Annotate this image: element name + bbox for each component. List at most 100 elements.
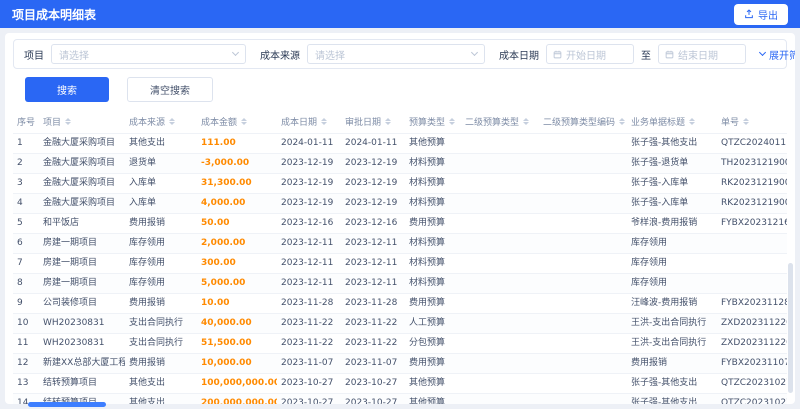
calendar-icon	[665, 50, 674, 59]
sort-icon[interactable]	[619, 118, 626, 125]
cell-no: 10	[13, 313, 39, 334]
cell-no: 9	[13, 293, 39, 314]
cell-budget_subtype_code	[539, 393, 627, 404]
cell-project: 公司装修项目	[39, 293, 125, 314]
cell-amount: 51,500.00	[197, 333, 277, 354]
table-row: 8 房建一期项目 库存领用 5,000.00 2023-12-11 2023-12-11 材…	[13, 273, 787, 294]
sort-icon[interactable]	[689, 118, 696, 125]
table-row: 5 和平饭店 费用报销 50.00 2023-12-16 2023-12-16 费用预算 爷样…	[13, 213, 787, 234]
cell-budget_subtype	[461, 153, 539, 174]
start-date-placeholder: 开始日期	[566, 50, 606, 62]
horizontal-scrollbar-thumb[interactable]	[28, 402, 106, 407]
cell-source: 费用报销	[125, 293, 197, 314]
end-date-input[interactable]: 结束日期	[658, 44, 746, 64]
table-row: 9 公司装修项目 费用报销 10.00 2023-11-28 2023-11-28 费用预算…	[13, 293, 787, 314]
column-header-budget_subtype_code[interactable]: 二级预算类型编码	[539, 110, 627, 134]
cell-approval_date: 2023-11-07	[341, 353, 405, 374]
cell-budget_type: 费用预算	[405, 293, 461, 314]
column-label: 审批日期	[345, 118, 382, 128]
sort-icon[interactable]	[65, 118, 72, 125]
cost-source-select-placeholder: 请选择	[315, 50, 345, 62]
sort-icon[interactable]	[321, 118, 328, 125]
cell-source: 费用报销	[125, 353, 197, 374]
sort-icon[interactable]	[449, 118, 456, 125]
cell-budget_type: 材料预算	[405, 273, 461, 294]
cell-doc_no	[717, 233, 787, 254]
cell-doc_no: RK20231219002	[717, 193, 787, 214]
table-row: 1 金融大厦采购项目 其他支出 111.00 2024-01-11 2024-01-11 其…	[13, 133, 787, 154]
cell-amount: 4,000.00	[197, 193, 277, 214]
project-select-placeholder: 请选择	[59, 50, 89, 62]
cell-approval_date: 2023-10-27	[341, 373, 405, 394]
column-header-doc_title[interactable]: 业务单据标题	[627, 110, 717, 134]
sort-icon[interactable]	[385, 118, 392, 125]
cell-doc_title: 张子强-其他支出	[627, 373, 717, 394]
cell-cost_date: 2023-11-22	[277, 313, 341, 334]
cell-source: 支出合同执行	[125, 313, 197, 334]
column-header-budget_type[interactable]: 预算类型	[405, 110, 461, 134]
export-button-label: 导出	[758, 10, 778, 22]
cell-budget_subtype	[461, 393, 539, 404]
cost-source-select[interactable]: 请选择	[307, 44, 485, 64]
cell-doc_title: 张子强-其他支出	[627, 393, 717, 404]
column-header-amount[interactable]: 成本金额	[197, 110, 277, 134]
column-header-doc_no[interactable]: 单号	[717, 110, 787, 134]
cell-doc_title: 张子强-退货单	[627, 153, 717, 174]
column-header-project[interactable]: 项目	[39, 110, 125, 134]
cell-amount: 10,000.00	[197, 353, 277, 374]
date-range-separator: 至	[641, 50, 651, 62]
column-label: 预算类型	[409, 118, 446, 128]
cell-budget_subtype_code	[539, 313, 627, 334]
cell-budget_subtype_code	[539, 293, 627, 314]
column-header-cost_date[interactable]: 成本日期	[277, 110, 341, 134]
cell-approval_date: 2024-01-11	[341, 133, 405, 154]
cell-doc_no: TH20231219001	[717, 153, 787, 174]
cell-project: WH20230831	[39, 313, 125, 334]
cell-source: 其他支出	[125, 373, 197, 394]
cell-source: 入库单	[125, 173, 197, 194]
cell-project: 房建一期项目	[39, 233, 125, 254]
clear-search-button[interactable]: 清空搜索	[127, 77, 213, 102]
cell-project: 金融大厦采购项目	[39, 193, 125, 214]
column-label: 项目	[43, 118, 62, 128]
table-row: 4 金融大厦采购项目 入库单 4,000.00 2023-12-19 2023-12-19…	[13, 193, 787, 214]
sort-icon[interactable]	[169, 118, 176, 125]
cell-budget_subtype_code	[539, 353, 627, 374]
cell-doc_title: 爷样浪-费用报销	[627, 213, 717, 234]
sort-icon[interactable]	[743, 118, 750, 125]
cell-amount: 100,000,000.00	[197, 373, 277, 394]
column-header-source[interactable]: 成本来源	[125, 110, 197, 134]
search-button[interactable]: 搜索	[25, 77, 109, 102]
cell-cost_date: 2023-12-11	[277, 253, 341, 274]
cell-budget_subtype_code	[539, 153, 627, 174]
sort-icon[interactable]	[523, 118, 530, 125]
cell-doc_title: 库存领用	[627, 253, 717, 274]
cell-budget_subtype	[461, 313, 539, 334]
start-date-input[interactable]: 开始日期	[546, 44, 634, 64]
cell-approval_date: 2023-11-22	[341, 313, 405, 334]
cell-source: 退货单	[125, 153, 197, 174]
cell-project: 金融大厦采购项目	[39, 153, 125, 174]
cell-source: 支出合同执行	[125, 333, 197, 354]
vertical-scrollbar-thumb[interactable]	[788, 263, 793, 393]
project-filter-label: 项目	[24, 50, 44, 62]
column-header-approval_date[interactable]: 审批日期	[341, 110, 405, 134]
project-select[interactable]: 请选择	[51, 44, 246, 64]
cell-budget_subtype_code	[539, 213, 627, 234]
cell-amount: 300.00	[197, 253, 277, 274]
sort-icon[interactable]	[241, 118, 248, 125]
cell-doc_title: 费用报销	[627, 353, 717, 374]
cell-budget_subtype_code	[539, 333, 627, 354]
cell-approval_date: 2023-11-28	[341, 293, 405, 314]
cell-project: 金融大厦采购项目	[39, 133, 125, 154]
cell-budget_subtype	[461, 373, 539, 394]
cell-budget_type: 分包预算	[405, 333, 461, 354]
column-header-budget_subtype[interactable]: 二级预算类型	[461, 110, 539, 134]
cell-no: 2	[13, 153, 39, 174]
export-button[interactable]: 导出	[734, 3, 788, 25]
cell-project: 结转预算项目	[39, 373, 125, 394]
end-date-placeholder: 结束日期	[678, 50, 718, 62]
expand-filters-link[interactable]: 展开筛选	[758, 47, 795, 62]
cell-no: 3	[13, 173, 39, 194]
cell-project: 和平饭店	[39, 213, 125, 234]
